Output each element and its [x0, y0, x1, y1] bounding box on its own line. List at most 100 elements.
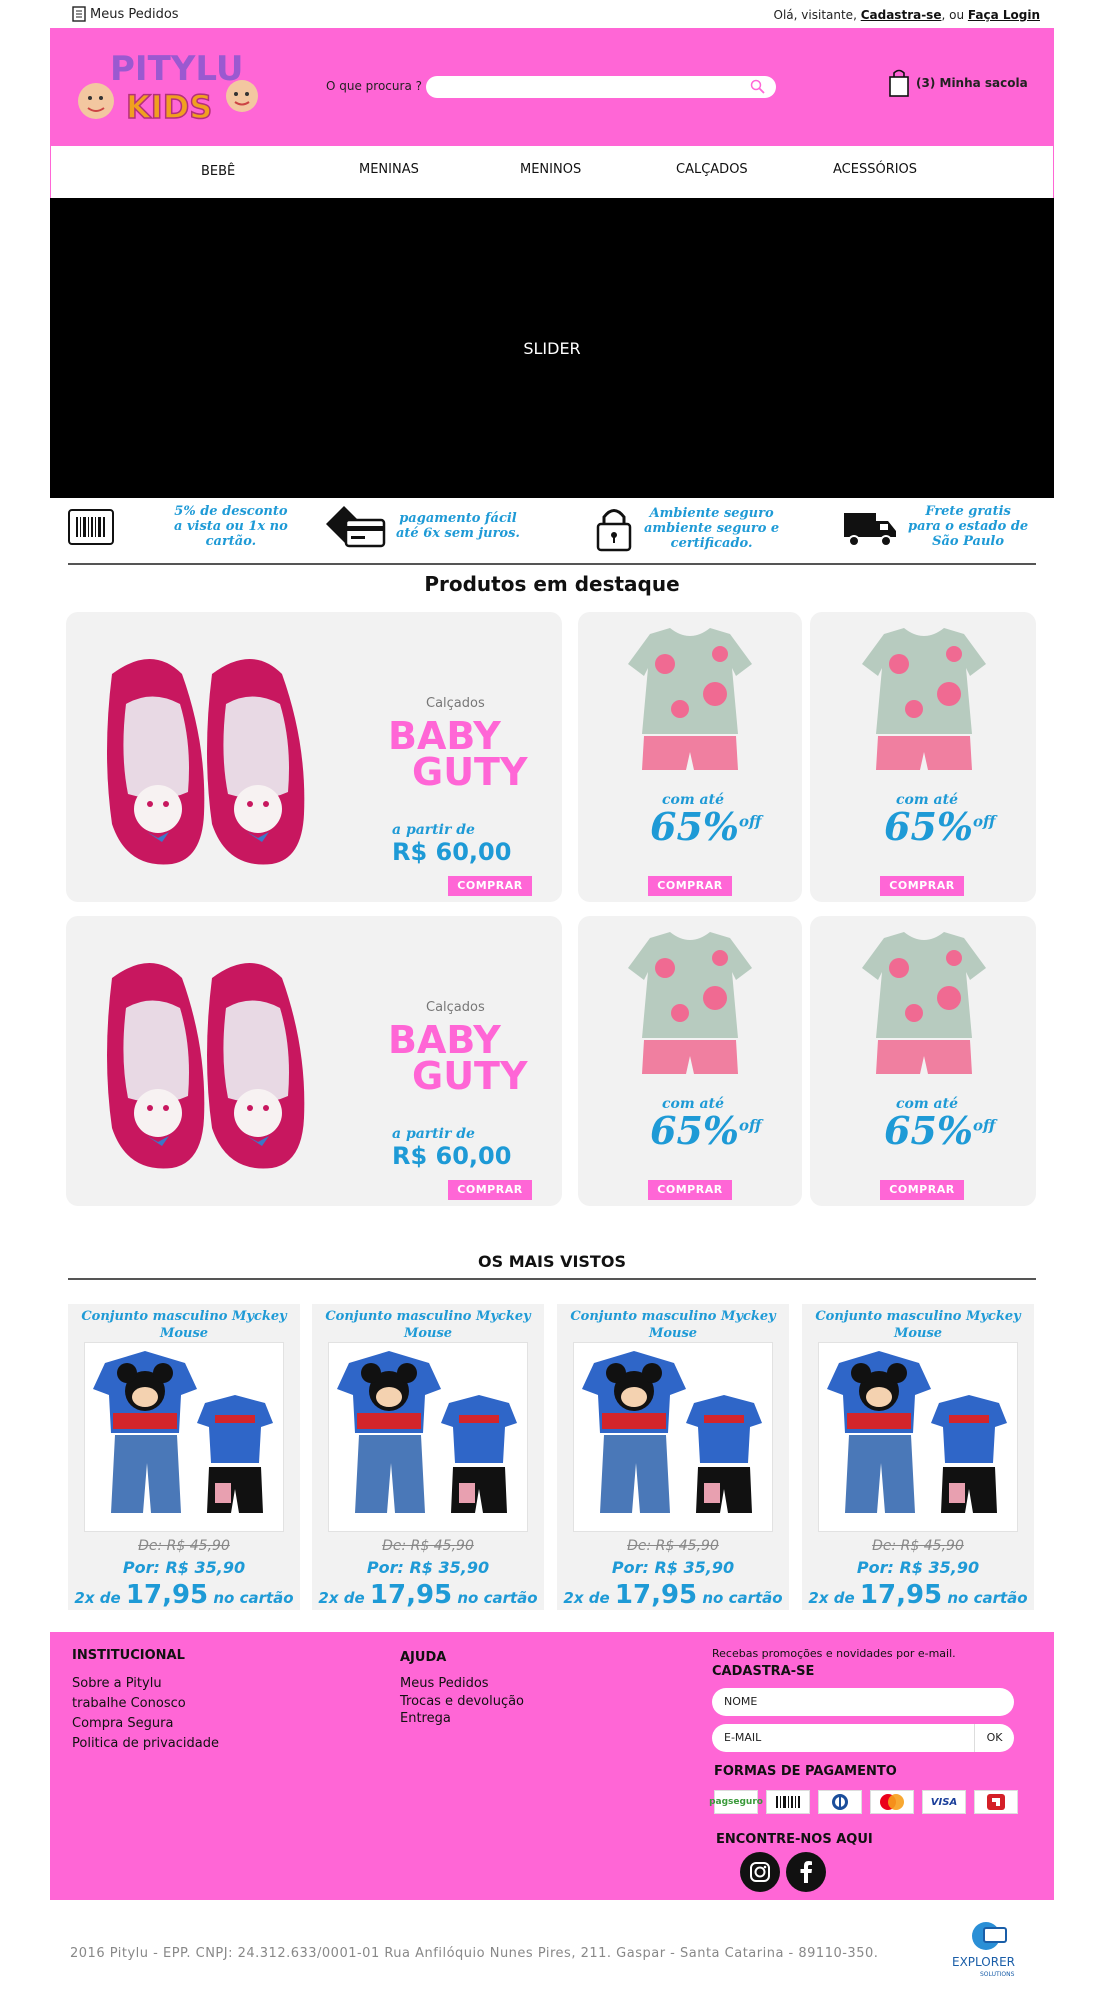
featured-card-big[interactable]: Calçados BABY GUTY a partir de R$ 60,00 … [66, 612, 562, 902]
buy-button[interactable]: COMPRAR [648, 1180, 732, 1200]
current-price: Por: R$ 35,90 [856, 1558, 980, 1577]
explorer-logo[interactable]: EXPLORER SOLUTIONS [950, 1918, 1040, 1980]
footer-link[interactable]: Meus Pedidos [400, 1674, 489, 1693]
featured-card-big[interactable]: Calçados BABY GUTY a partir de R$ 60,00 … [66, 916, 562, 1206]
shopping-bag-icon [889, 69, 909, 97]
nav-item-meninas[interactable]: MENINAS [359, 162, 419, 177]
nav-item-meninos[interactable]: MENINOS [520, 162, 581, 177]
feature-payment: pagamento fácil até 6x sem juros. [324, 504, 520, 548]
nav-item-bebe[interactable]: BEBÊ [201, 164, 235, 179]
product-card[interactable]: Conjunto masculino Myckey Mouse De: R$ 4… [312, 1304, 544, 1610]
shoes-image [107, 963, 305, 1169]
footer-link[interactable]: Compra Segura [72, 1714, 173, 1733]
footer-link[interactable]: Entrega [400, 1709, 451, 1728]
product-name[interactable]: Conjunto masculino Myckey Mouse [802, 1308, 1034, 1342]
brand-line-1: BABY [388, 714, 501, 758]
mastercard-icon [870, 1790, 914, 1814]
greeting-text: Olá, visitante, [773, 8, 857, 22]
dress-image [862, 628, 986, 770]
buy-button[interactable]: COMPRAR [648, 876, 732, 896]
product-image[interactable] [84, 1342, 284, 1532]
or-text: , ou [941, 8, 965, 22]
signup-link[interactable]: Cadastra-se [861, 8, 942, 22]
social-heading: ENCONTRE-NOS AQUI [716, 1832, 873, 1847]
search-input[interactable] [426, 76, 776, 98]
feature-shipping: Frete gratis para o estado de São Paulo [842, 504, 1028, 549]
instagram-icon[interactable] [740, 1852, 780, 1892]
search-label: O que procura ? [326, 79, 422, 93]
footer: INSTITUCIONAL Sobre a Pitylu trabalhe Co… [50, 1632, 1054, 1900]
brand-line-2: GUTY [412, 1054, 528, 1098]
credit-card-icon [326, 506, 386, 548]
buy-button[interactable]: COMPRAR [880, 1180, 964, 1200]
feature-shipping-text: Frete gratis para o estado de São Paulo [908, 504, 1029, 549]
help-heading: AJUDA [400, 1650, 447, 1665]
featured-card-small[interactable]: com até 65%off COMPRAR [810, 916, 1036, 1206]
dress-image [628, 628, 752, 770]
old-price: De: R$ 45,90 [627, 1538, 719, 1554]
payment-heading: FORMAS DE PAGAMENTO [714, 1764, 897, 1779]
ok-button[interactable]: OK [974, 1724, 1014, 1752]
lock-icon [596, 509, 632, 552]
main-nav: BEBÊ MENINAS MENINOS CALÇADOS ACESSÓRIOS [50, 146, 1054, 198]
product-card[interactable]: Conjunto masculino Myckey Mouse De: R$ 4… [68, 1304, 300, 1610]
barcode-icon [68, 508, 114, 545]
bag-label: (3) Minha sacola [916, 76, 1028, 90]
product-name[interactable]: Conjunto masculino Myckey Mouse [68, 1308, 300, 1342]
product-card[interactable]: Conjunto masculino Myckey Mouse De: R$ 4… [802, 1304, 1034, 1610]
explorer-brand: EXPLORER [952, 1955, 1015, 1969]
my-orders-link[interactable]: Meus Pedidos [72, 6, 179, 22]
truck-icon [844, 512, 896, 547]
category-label: Calçados [426, 696, 485, 711]
buy-button[interactable]: COMPRAR [448, 876, 532, 896]
logo-text-top: PITYLU [110, 49, 243, 89]
category-label: Calçados [426, 1000, 485, 1015]
search-icon[interactable] [750, 79, 766, 99]
featured-card-small[interactable]: com até 65%off COMPRAR [578, 612, 802, 902]
current-price: Por: R$ 35,90 [611, 1558, 735, 1577]
shoes-image [107, 659, 305, 865]
footer-link[interactable]: trabalhe Conosco [72, 1694, 186, 1713]
current-price: Por: R$ 35,90 [122, 1558, 246, 1577]
nav-item-calcados[interactable]: CALÇADOS [676, 162, 748, 177]
account-links: Olá, visitante, Cadastra-se, ou Faça Log… [774, 8, 1040, 22]
name-field[interactable]: NOME [712, 1688, 1014, 1716]
login-link[interactable]: Faça Login [968, 8, 1040, 22]
email-placeholder: E-MAIL [724, 1731, 762, 1744]
diners-icon [818, 1790, 862, 1814]
feature-payment-text: pagamento fácil até 6x sem juros. [396, 511, 520, 541]
shopping-bag-link[interactable]: (3) Minha sacola [888, 68, 1028, 98]
feature-discount: 5% de desconto a vista ou 1x no cartão. [68, 504, 288, 549]
feature-discount-text: 5% de desconto a vista ou 1x no cartão. [174, 504, 288, 549]
brand-line-2: GUTY [412, 750, 528, 794]
dress-image [628, 932, 752, 1074]
from-label: a partir de [392, 822, 475, 838]
buy-button[interactable]: COMPRAR [448, 1180, 532, 1200]
product-card[interactable]: Conjunto masculino Myckey Mouse De: R$ 4… [557, 1304, 789, 1610]
nav-item-acessorios[interactable]: ACESSÓRIOS [833, 162, 917, 177]
footer-link[interactable]: Sobre a Pitylu [72, 1674, 162, 1693]
featured-card-small[interactable]: com até 65%off COMPRAR [810, 612, 1036, 902]
feature-security-text: Ambiente seguro ambiente seguro e certific… [644, 505, 780, 551]
explorer-sub: SOLUTIONS [980, 1971, 1015, 1978]
hero-slider[interactable]: SLIDER [50, 198, 1054, 498]
feature-security: Ambiente seguro ambiente seguro e certific… [594, 504, 779, 552]
facebook-icon[interactable] [786, 1852, 826, 1892]
featured-card-small[interactable]: com até 65%off COMPRAR [578, 916, 802, 1206]
my-orders-label: Meus Pedidos [90, 6, 179, 22]
divider [68, 1278, 1036, 1280]
product-image[interactable] [328, 1342, 528, 1532]
product-image[interactable] [573, 1342, 773, 1532]
product-image[interactable] [818, 1342, 1018, 1532]
footer-link[interactable]: Politica de privacidade [72, 1734, 219, 1753]
product-name[interactable]: Conjunto masculino Myckey Mouse [557, 1308, 789, 1342]
pitylu-logo[interactable]: PITYLU KIDS [74, 46, 264, 127]
brand-line-1: BABY [388, 1018, 501, 1062]
pagseguro-icon: pagseguro [709, 1790, 763, 1814]
from-label: a partir de [392, 1126, 475, 1142]
email-field[interactable]: E-MAIL OK [712, 1724, 1014, 1752]
top-bar: Meus Pedidos Olá, visitante, Cadastra-se… [72, 6, 1040, 24]
product-name[interactable]: Conjunto masculino Myckey Mouse [312, 1308, 544, 1342]
installments: 2x de 17,95 no cartão [318, 1580, 538, 1610]
buy-button[interactable]: COMPRAR [880, 876, 964, 896]
